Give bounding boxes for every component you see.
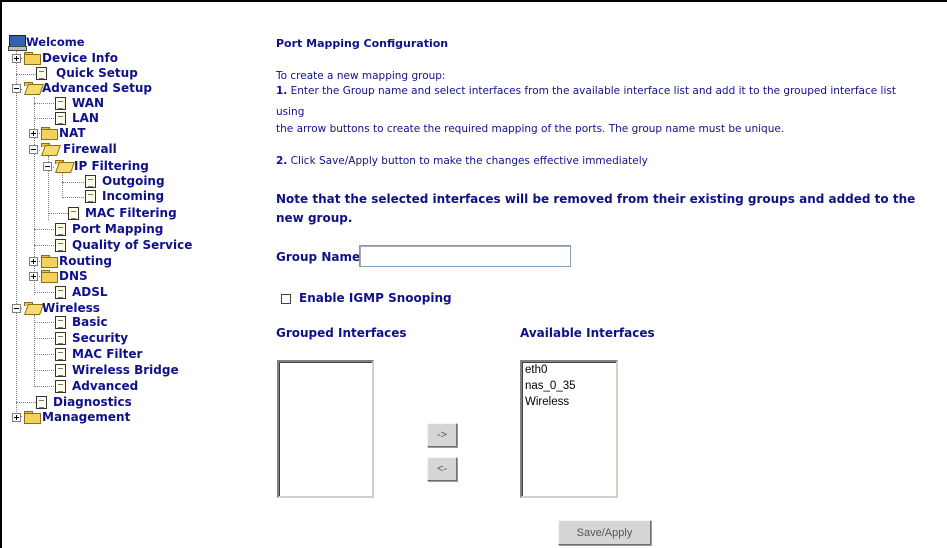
available-interfaces-list[interactable]: eth0 nas_0_35 Wireless [520, 360, 618, 498]
page-icon [55, 97, 66, 110]
folder-open-icon [24, 302, 40, 314]
tree-label: MAC Filtering [85, 206, 177, 220]
tree-label: IP Filtering [74, 159, 149, 173]
tree-label: Firewall [63, 142, 117, 156]
grouped-interfaces-label: Grouped Interfaces [276, 326, 407, 340]
igmp-snooping-checkbox[interactable] [281, 294, 291, 304]
tree-label: Quality of Service [72, 238, 193, 252]
tree-label: MAC Filter [72, 347, 143, 361]
page-icon [55, 316, 66, 329]
collapse-minus-icon[interactable] [12, 84, 21, 93]
folder-open-icon [55, 160, 71, 172]
tree-label: Diagnostics [53, 395, 132, 409]
page-icon [68, 207, 79, 220]
tree-label: Wireless [42, 301, 100, 315]
page-icon [55, 112, 66, 125]
tree-label: LAN [72, 111, 99, 125]
page-icon [36, 396, 47, 409]
folder-icon [41, 255, 58, 268]
page-icon [55, 364, 66, 377]
tree-label: Security [72, 331, 129, 345]
page-icon [85, 175, 96, 188]
igmp-snooping-label: Enable IGMP Snooping [299, 291, 452, 305]
tree-label: ADSL [72, 285, 108, 299]
tree-label: Welcome [26, 35, 85, 49]
folder-icon [24, 411, 41, 424]
tree-label: Routing [59, 254, 113, 268]
step1-number: 1. [276, 85, 288, 97]
step1-using: using [276, 106, 305, 118]
expand-plus-icon[interactable] [29, 272, 38, 281]
tree-label: Quick Setup [56, 66, 138, 80]
tree-label: Outgoing [102, 174, 165, 188]
expand-plus-icon[interactable] [12, 54, 21, 63]
list-item[interactable]: eth0 [522, 362, 616, 378]
add-interface-button[interactable]: -> [427, 423, 457, 447]
grouped-interfaces-list[interactable] [277, 360, 374, 498]
step2-body: Click Save/Apply button to make the chan… [287, 155, 648, 167]
tree-label: DNS [59, 269, 88, 283]
step2-number: 2. [276, 155, 288, 167]
collapse-minus-icon[interactable] [29, 145, 38, 154]
expand-plus-icon[interactable] [29, 129, 38, 138]
page-icon [55, 239, 66, 252]
step2-text: 2. Click Save/Apply button to make the c… [276, 155, 648, 167]
tree-label: WAN [72, 96, 105, 110]
collapse-minus-icon[interactable] [12, 304, 21, 313]
page-icon [36, 67, 47, 80]
page-title: Port Mapping Configuration [276, 37, 449, 50]
warning-note: Note that the selected interfaces will b… [276, 192, 916, 225]
expand-plus-icon[interactable] [12, 413, 21, 422]
step1-text: 1. Enter the Group name and select inter… [276, 85, 896, 97]
page-icon [85, 190, 96, 203]
tree-label: Device Info [42, 51, 118, 65]
folder-icon [41, 127, 58, 140]
folder-open-icon [41, 143, 57, 155]
tree-label: Wireless Bridge [72, 363, 179, 377]
page-icon [55, 223, 66, 236]
group-name-input[interactable] [359, 245, 571, 267]
tree-label: Advanced Setup [42, 81, 153, 95]
tree-label: NAT [59, 126, 86, 140]
tree-label: Incoming [102, 189, 165, 203]
page-icon [55, 286, 66, 299]
folder-open-icon [24, 82, 40, 94]
step1-rest: the arrow buttons to create the required… [276, 123, 785, 135]
intro-text: To create a new mapping group: [276, 70, 446, 82]
expand-plus-icon[interactable] [29, 257, 38, 266]
remove-interface-button[interactable]: <- [427, 457, 457, 481]
page-icon [55, 348, 66, 361]
tree-label: Management [42, 410, 131, 424]
group-name-label: Group Name: [276, 250, 365, 264]
list-item[interactable]: nas_0_35 [522, 378, 616, 394]
tree-label: Basic [72, 315, 108, 329]
list-item[interactable]: Wireless [522, 394, 616, 410]
tree-label: Port Mapping [72, 222, 164, 236]
nav-tree: Welcome Device Info Quick Setup Advanced… [0, 0, 260, 548]
save-apply-button[interactable]: Save/Apply [558, 520, 651, 545]
collapse-minus-icon[interactable] [43, 162, 52, 171]
folder-icon [24, 52, 41, 65]
folder-icon [41, 270, 58, 283]
page-icon [55, 380, 66, 393]
available-interfaces-label: Available Interfaces [520, 326, 655, 340]
tree-label: Advanced [72, 379, 139, 393]
step1-body: Enter the Group name and select interfac… [287, 85, 896, 97]
monitor-icon [8, 35, 27, 51]
page-icon [55, 332, 66, 345]
